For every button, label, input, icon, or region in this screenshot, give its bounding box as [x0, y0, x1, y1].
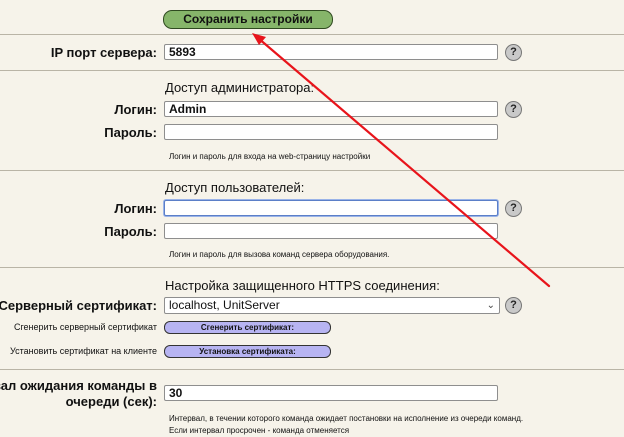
user-login-label: Логин: — [114, 201, 157, 216]
admin-login-label: Логин: — [114, 102, 157, 117]
queue-label-line2: очереди (сек): — [65, 394, 157, 409]
server-cert-select[interactable]: localhost, UnitServer ⌄ — [164, 297, 500, 314]
queue-label-line1: вал ожидания команды в — [0, 378, 157, 393]
user-login-input[interactable] — [164, 200, 498, 216]
queue-interval-input[interactable]: 30 — [164, 385, 498, 401]
user-password-input[interactable] — [164, 223, 498, 239]
annotation-arrow-shaft — [256, 36, 551, 288]
save-settings-button[interactable]: Сохранить настройки — [163, 10, 333, 29]
annotation-arrow — [252, 33, 551, 288]
port-help-icon[interactable]: ? — [505, 44, 522, 61]
user-password-label: Пароль: — [104, 224, 157, 239]
separator — [0, 70, 624, 71]
install-cert-label: Установить сертификат на клиенте — [10, 346, 157, 356]
port-label: IP порт сервера: — [50, 45, 157, 60]
admin-help-icon[interactable]: ? — [505, 101, 522, 118]
separator — [0, 34, 624, 35]
port-input[interactable]: 5893 — [164, 44, 498, 60]
separator — [0, 170, 624, 171]
cert-help-icon[interactable]: ? — [505, 297, 522, 314]
separator — [0, 369, 624, 370]
queue-note-line1: Интервал, в течении которого команда ожи… — [169, 414, 524, 423]
server-cert-label: Серверный сертификат: — [0, 298, 157, 313]
install-cert-button[interactable]: Установка сертификата: — [164, 345, 331, 358]
chevron-down-icon: ⌄ — [486, 300, 495, 311]
user-note: Логин и пароль для вызова команд сервера… — [169, 250, 390, 259]
generate-cert-button[interactable]: Сгенерить сертификат: — [164, 321, 331, 334]
separator — [0, 267, 624, 268]
https-heading: Настройка защищенного HTTPS соединения: — [165, 278, 440, 293]
admin-password-input[interactable] — [164, 124, 498, 140]
server-cert-value: localhost, UnitServer — [169, 298, 280, 312]
admin-access-heading: Доступ администратора: — [165, 80, 315, 95]
generate-cert-label: Сгенерить серверный сертификат — [13, 322, 157, 332]
admin-note: Логин и пароль для входа на web-страницу… — [169, 152, 371, 161]
user-access-heading: Доступ пользователей: — [165, 180, 305, 195]
admin-password-label: Пароль: — [104, 125, 157, 140]
user-help-icon[interactable]: ? — [505, 200, 522, 217]
admin-login-input[interactable]: Admin — [164, 101, 498, 117]
queue-note-line2: Если интервал просрочен - команда отменя… — [169, 426, 350, 435]
